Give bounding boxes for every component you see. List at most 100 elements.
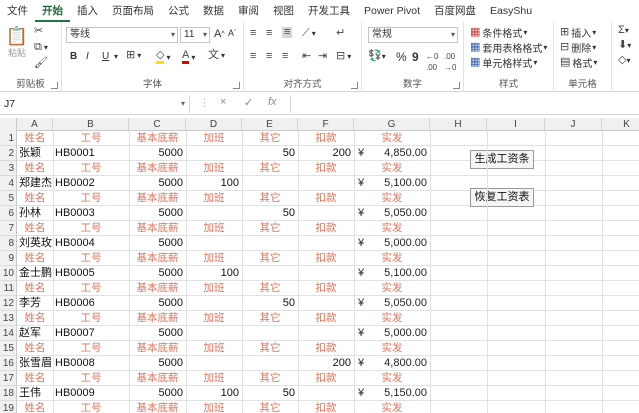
overtime-cell[interactable] bbox=[186, 206, 242, 221]
row-header[interactable]: 11 bbox=[0, 281, 17, 296]
wrap-text-button[interactable]: ↵ bbox=[336, 28, 345, 39]
merge-center-button[interactable]: ⊟ ▾ bbox=[336, 51, 351, 62]
format-cells-button[interactable]: ▤ 格式 ▾ bbox=[560, 55, 597, 71]
header-cell[interactable]: 基本底薪 bbox=[129, 341, 186, 356]
header-cell[interactable]: 工号 bbox=[53, 311, 129, 326]
header-cell[interactable]: 扣款 bbox=[298, 311, 354, 326]
overtime-cell[interactable] bbox=[186, 326, 242, 341]
id-cell[interactable]: HB0005 bbox=[53, 266, 129, 281]
header-cell[interactable]: 加班 bbox=[186, 281, 242, 296]
salary-cell[interactable]: ¥4,850.00 bbox=[354, 146, 430, 161]
insert-function-icon[interactable]: fx bbox=[268, 96, 277, 108]
header-cell[interactable]: 其它 bbox=[242, 251, 298, 266]
header-cell[interactable]: 姓名 bbox=[17, 311, 53, 326]
header-cell[interactable]: 扣款 bbox=[298, 401, 354, 413]
format-as-table-button[interactable]: ▦ 套用表格格式 ▾ bbox=[470, 40, 547, 56]
overtime-cell[interactable] bbox=[186, 356, 242, 371]
format-painter-button[interactable]: 🖌 bbox=[34, 58, 48, 69]
conditional-format-button[interactable]: ▦ 条件格式 ▾ bbox=[470, 25, 527, 41]
column-header-C[interactable]: C bbox=[129, 118, 186, 131]
column-header-D[interactable]: D bbox=[186, 118, 242, 131]
delete-cells-button[interactable]: ⊟ 删除 ▾ bbox=[560, 40, 596, 56]
accounting-format-button[interactable]: 💱 ▾ bbox=[368, 51, 386, 62]
row-header[interactable]: 18 bbox=[0, 386, 17, 401]
header-cell[interactable]: 加班 bbox=[186, 251, 242, 266]
other-cell[interactable] bbox=[242, 356, 298, 371]
underline-dropdown[interactable]: ▾ bbox=[114, 52, 118, 61]
header-cell[interactable]: 其它 bbox=[242, 131, 298, 146]
menu-tab-4[interactable]: 公式 bbox=[161, 0, 196, 22]
header-cell[interactable]: 其它 bbox=[242, 221, 298, 236]
header-cell[interactable]: 姓名 bbox=[17, 191, 53, 206]
header-cell[interactable]: 工号 bbox=[53, 371, 129, 386]
base-cell[interactable]: 5000 bbox=[129, 266, 186, 281]
row-header[interactable]: 15 bbox=[0, 341, 17, 356]
header-cell[interactable]: 基本底薪 bbox=[129, 161, 186, 176]
header-cell[interactable]: 姓名 bbox=[17, 221, 53, 236]
column-header-A[interactable]: A bbox=[17, 118, 53, 131]
salary-cell[interactable]: ¥5,000.00 bbox=[354, 236, 430, 251]
autosum-button[interactable]: Σ ▾ bbox=[618, 25, 629, 36]
header-cell[interactable]: 基本底薪 bbox=[129, 281, 186, 296]
salary-cell[interactable]: ¥5,000.00 bbox=[354, 326, 430, 341]
menu-tab-7[interactable]: 视图 bbox=[266, 0, 301, 22]
salary-cell[interactable]: ¥5,100.00 bbox=[354, 266, 430, 281]
header-cell[interactable]: 工号 bbox=[53, 341, 129, 356]
header-cell[interactable]: 姓名 bbox=[17, 371, 53, 386]
row-header[interactable]: 19 bbox=[0, 401, 17, 413]
shrink-font-button[interactable]: Aˇ bbox=[228, 28, 236, 38]
deduct-cell[interactable]: 200 bbox=[298, 356, 354, 371]
align-left-button[interactable]: ≡ bbox=[250, 51, 256, 62]
header-cell[interactable]: 实发 bbox=[354, 311, 430, 326]
row-header[interactable]: 8 bbox=[0, 236, 17, 251]
salary-cell[interactable]: ¥5,050.00 bbox=[354, 296, 430, 311]
base-cell[interactable]: 5000 bbox=[129, 386, 186, 401]
header-cell[interactable]: 实发 bbox=[354, 371, 430, 386]
other-cell[interactable] bbox=[242, 176, 298, 191]
row-header[interactable]: 17 bbox=[0, 371, 17, 386]
menu-tab-3[interactable]: 页面布局 bbox=[105, 0, 161, 22]
paste-button[interactable]: 📋 粘贴 bbox=[6, 26, 28, 59]
overtime-cell[interactable]: 100 bbox=[186, 386, 242, 401]
header-cell[interactable]: 工号 bbox=[53, 281, 129, 296]
align-bottom-button[interactable]: ≡ bbox=[282, 27, 293, 38]
name-cell[interactable]: 刘英玫 bbox=[17, 236, 53, 251]
column-header-E[interactable]: E bbox=[242, 118, 298, 131]
row-header[interactable]: 1 bbox=[0, 131, 17, 146]
header-cell[interactable]: 扣款 bbox=[298, 371, 354, 386]
header-cell[interactable]: 实发 bbox=[354, 251, 430, 266]
restore-salary-table-button[interactable]: 恢复工资表 bbox=[470, 188, 534, 207]
overtime-cell[interactable] bbox=[186, 236, 242, 251]
header-cell[interactable]: 姓名 bbox=[17, 251, 53, 266]
other-cell[interactable] bbox=[242, 236, 298, 251]
align-center-button[interactable]: ≡ bbox=[266, 51, 272, 62]
comma-style-button[interactable]: 9 bbox=[412, 50, 419, 64]
orientation-button[interactable]: ⟋ ▾ bbox=[302, 28, 316, 39]
header-cell[interactable]: 实发 bbox=[354, 401, 430, 413]
header-cell[interactable]: 工号 bbox=[53, 161, 129, 176]
column-header-K[interactable]: K bbox=[602, 118, 639, 131]
header-cell[interactable]: 实发 bbox=[354, 281, 430, 296]
name-cell[interactable]: 赵军 bbox=[17, 326, 53, 341]
id-cell[interactable]: HB0001 bbox=[53, 146, 129, 161]
grow-font-button[interactable]: A ^ bbox=[214, 28, 225, 40]
insert-cells-button[interactable]: ⊞ 插入 ▾ bbox=[560, 25, 596, 41]
header-cell[interactable]: 加班 bbox=[186, 311, 242, 326]
deduct-cell[interactable] bbox=[298, 236, 354, 251]
header-cell[interactable]: 加班 bbox=[186, 191, 242, 206]
clear-button[interactable]: ◇ ▾ bbox=[618, 55, 630, 66]
header-cell[interactable]: 加班 bbox=[186, 131, 242, 146]
id-cell[interactable]: HB0009 bbox=[53, 386, 129, 401]
header-cell[interactable]: 其它 bbox=[242, 371, 298, 386]
header-cell[interactable]: 工号 bbox=[53, 221, 129, 236]
header-cell[interactable]: 基本底薪 bbox=[129, 191, 186, 206]
row-header[interactable]: 12 bbox=[0, 296, 17, 311]
row-header[interactable]: 16 bbox=[0, 356, 17, 371]
salary-cell[interactable]: ¥5,150.00 bbox=[354, 386, 430, 401]
column-header-H[interactable]: H bbox=[430, 118, 487, 131]
menu-tab-0[interactable]: 文件 bbox=[0, 0, 35, 22]
font-name-select[interactable]: 等线 ▾ bbox=[66, 27, 178, 43]
header-cell[interactable]: 姓名 bbox=[17, 341, 53, 356]
row-header[interactable]: 3 bbox=[0, 161, 17, 176]
percent-button[interactable]: % bbox=[396, 50, 407, 64]
